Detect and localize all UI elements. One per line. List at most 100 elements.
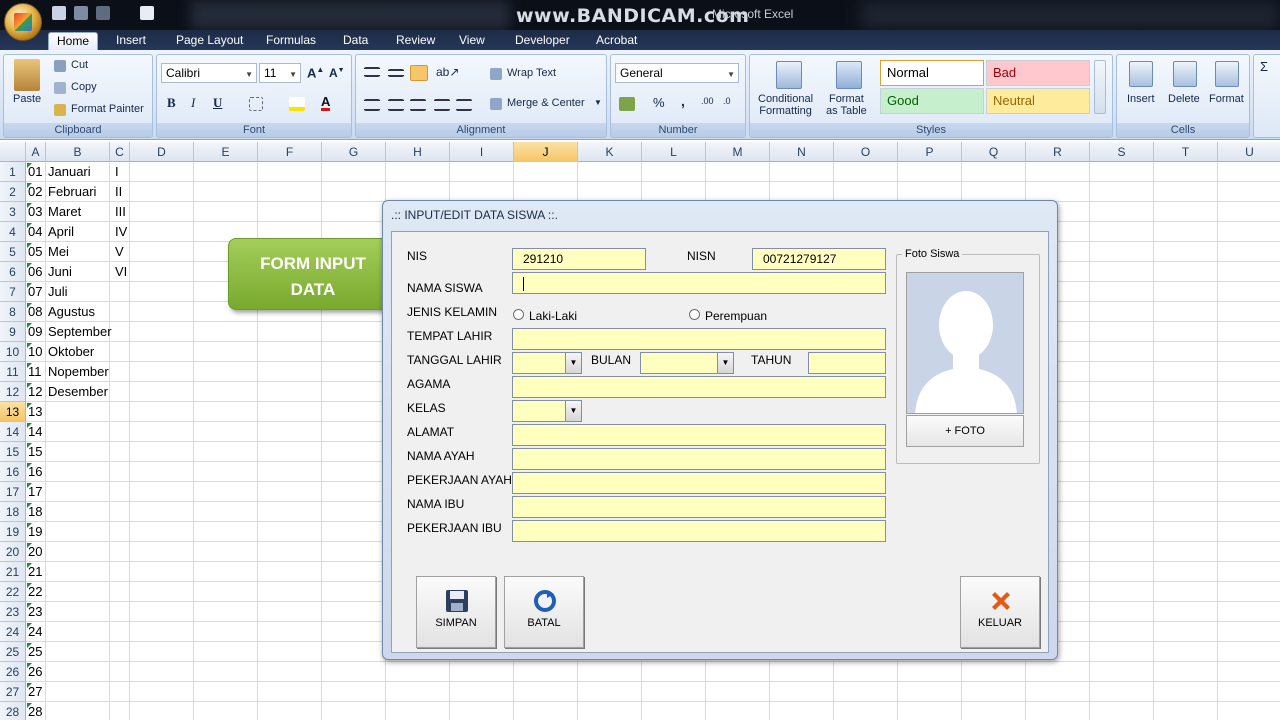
insert-cells-button[interactable]: Insert bbox=[1127, 93, 1155, 105]
redo-icon[interactable] bbox=[96, 6, 110, 20]
column-header[interactable]: G bbox=[322, 142, 386, 162]
tempat-lahir-field[interactable] bbox=[512, 328, 886, 350]
style-good[interactable]: Good bbox=[880, 88, 984, 114]
fill-color-icon[interactable] bbox=[289, 97, 305, 111]
row-header[interactable]: 24 bbox=[0, 622, 26, 642]
column-header[interactable]: H bbox=[386, 142, 450, 162]
cell-b[interactable]: April bbox=[46, 222, 74, 242]
cell-a[interactable]: 06 bbox=[26, 262, 42, 282]
cell-a[interactable]: 23 bbox=[26, 602, 42, 622]
batal-button[interactable]: BATAL bbox=[504, 576, 584, 648]
alamat-field[interactable] bbox=[512, 424, 886, 446]
nama-ibu-field[interactable] bbox=[512, 496, 886, 518]
pekerjaan-ibu-field[interactable] bbox=[512, 520, 886, 542]
cell-a[interactable]: 09 bbox=[26, 322, 42, 342]
column-header[interactable]: N bbox=[770, 142, 834, 162]
new-document-icon[interactable] bbox=[140, 6, 154, 20]
shrink-font-icon[interactable]: A▼ bbox=[329, 66, 345, 80]
number-format-combo[interactable]: General ▼ bbox=[615, 63, 739, 83]
row-header[interactable]: 18 bbox=[0, 502, 26, 522]
nama-ayah-field[interactable] bbox=[512, 448, 886, 470]
add-photo-button[interactable]: + FOTO bbox=[906, 415, 1024, 447]
cell-a[interactable]: 04 bbox=[26, 222, 42, 242]
column-header[interactable]: B bbox=[46, 142, 110, 162]
row-header[interactable]: 14 bbox=[0, 422, 26, 442]
font-size-combo[interactable]: 11 ▼ bbox=[259, 63, 301, 83]
row-header[interactable]: 28 bbox=[0, 702, 26, 720]
percent-button[interactable]: % bbox=[653, 95, 665, 110]
align-left-icon[interactable] bbox=[364, 99, 380, 111]
delete-cells-button[interactable]: Delete bbox=[1168, 93, 1200, 105]
cell-b[interactable]: Nopember bbox=[46, 362, 109, 382]
cell-a[interactable]: 15 bbox=[26, 442, 42, 462]
row-header[interactable]: 21 bbox=[0, 562, 26, 582]
column-header[interactable]: E bbox=[194, 142, 258, 162]
orientation-icon[interactable]: ab↗ bbox=[436, 65, 459, 79]
column-header[interactable]: M bbox=[706, 142, 770, 162]
cell-a[interactable]: 11 bbox=[26, 362, 42, 382]
grow-font-icon[interactable]: A▲ bbox=[307, 65, 324, 80]
column-header[interactable]: A bbox=[26, 142, 46, 162]
cell-a[interactable]: 19 bbox=[26, 522, 42, 542]
row-header[interactable]: 6 bbox=[0, 262, 26, 282]
tab-acrobat[interactable]: Acrobat bbox=[588, 32, 645, 50]
row-header[interactable]: 2 bbox=[0, 182, 26, 202]
cell-c[interactable]: II bbox=[110, 182, 122, 202]
font-name-combo[interactable]: Calibri ▼ bbox=[161, 63, 257, 83]
style-normal[interactable]: Normal bbox=[880, 60, 984, 86]
row-header[interactable]: 16 bbox=[0, 462, 26, 482]
currency-icon[interactable] bbox=[619, 97, 635, 111]
styles-scroll[interactable] bbox=[1094, 60, 1106, 114]
align-middle-icon[interactable] bbox=[388, 69, 404, 77]
column-header[interactable]: I bbox=[450, 142, 514, 162]
merge-center-button[interactable]: Merge & Center bbox=[507, 97, 585, 109]
column-header[interactable]: P bbox=[898, 142, 962, 162]
row-header[interactable]: 26 bbox=[0, 662, 26, 682]
row-header[interactable]: 5 bbox=[0, 242, 26, 262]
column-header[interactable]: F bbox=[258, 142, 322, 162]
nisn-field[interactable]: 00721279127 bbox=[752, 248, 886, 270]
row-header[interactable]: 20 bbox=[0, 542, 26, 562]
italic-button[interactable]: I bbox=[191, 95, 195, 111]
column-header[interactable]: T bbox=[1154, 142, 1218, 162]
wrap-text-button[interactable]: Wrap Text bbox=[507, 67, 556, 79]
format-cells-button[interactable]: Format bbox=[1209, 93, 1244, 105]
cell-a[interactable]: 03 bbox=[26, 202, 42, 222]
cell-a[interactable]: 14 bbox=[26, 422, 42, 442]
row-header[interactable]: 9 bbox=[0, 322, 26, 342]
row-header[interactable]: 11 bbox=[0, 362, 26, 382]
row-header[interactable]: 12 bbox=[0, 382, 26, 402]
font-color-icon[interactable]: A bbox=[321, 95, 331, 111]
cell-a[interactable]: 08 bbox=[26, 302, 42, 322]
style-neutral[interactable]: Neutral bbox=[986, 88, 1090, 114]
row-header[interactable]: 13 bbox=[0, 402, 26, 422]
tab-review[interactable]: Review bbox=[388, 32, 443, 50]
comma-button[interactable]: , bbox=[681, 93, 685, 109]
tahun-field[interactable] bbox=[808, 352, 886, 374]
nama-siswa-field[interactable] bbox=[512, 272, 886, 294]
format-as-table-button[interactable]: Format as Table bbox=[826, 93, 867, 117]
pekerjaan-ayah-field[interactable] bbox=[512, 472, 886, 494]
cell-b[interactable]: Maret bbox=[46, 202, 81, 222]
tab-home[interactable]: Home bbox=[48, 32, 99, 50]
copy-button[interactable]: Copy bbox=[71, 81, 97, 93]
cell-a[interactable]: 26 bbox=[26, 662, 42, 682]
cell-c[interactable]: VI bbox=[110, 262, 127, 282]
increase-decimal-icon[interactable]: .00 bbox=[701, 96, 714, 106]
cell-a[interactable]: 16 bbox=[26, 462, 42, 482]
column-header[interactable]: O bbox=[834, 142, 898, 162]
tanggal-dropdown[interactable]: ▼ bbox=[512, 352, 582, 374]
autosum-icon[interactable]: Σ bbox=[1260, 59, 1268, 74]
paste-button[interactable]: Paste bbox=[13, 93, 41, 105]
underline-button[interactable]: U bbox=[213, 95, 222, 111]
cell-a[interactable]: 28 bbox=[26, 702, 42, 720]
agama-field[interactable] bbox=[512, 376, 886, 398]
cell-b[interactable]: Agustus bbox=[46, 302, 95, 322]
paste-icon[interactable] bbox=[14, 59, 40, 91]
row-header[interactable]: 17 bbox=[0, 482, 26, 502]
tab-page-layout[interactable]: Page Layout bbox=[168, 32, 251, 50]
decrease-indent-icon[interactable] bbox=[434, 99, 450, 111]
laki-laki-label[interactable]: Laki-Laki bbox=[529, 309, 577, 323]
cell-c[interactable]: I bbox=[110, 162, 119, 182]
format-painter-button[interactable]: Format Painter bbox=[71, 103, 144, 115]
